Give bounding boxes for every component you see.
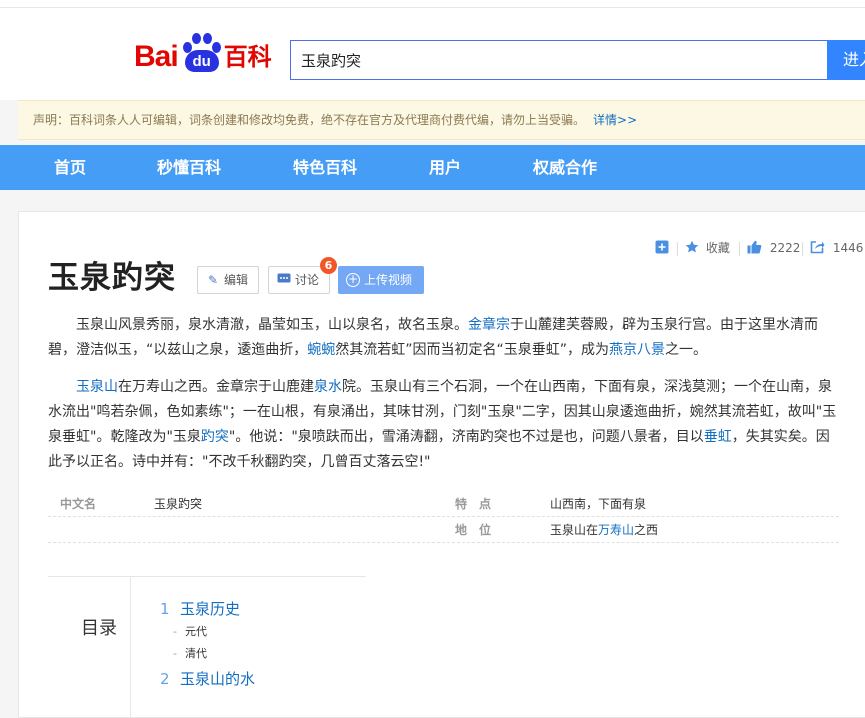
text-span: 之一。 xyxy=(665,342,708,358)
toolbar-divider xyxy=(677,242,678,256)
pencil-icon: ✎ xyxy=(207,273,219,287)
catalog-divider xyxy=(130,577,131,717)
like-button[interactable]: 2222 xyxy=(747,240,800,256)
logo-du-text: du xyxy=(184,50,219,72)
basic-info-value: 山西南，下面有泉 xyxy=(550,497,647,511)
link-yanjing-bajing[interactable]: 燕京八景 xyxy=(609,342,665,358)
catalog-title: 目录 xyxy=(81,618,117,639)
comment-icon xyxy=(277,273,291,287)
basic-info-row: 地 位 玉泉山在万寿山之西 xyxy=(48,517,839,543)
edit-label: 编辑 xyxy=(224,273,249,287)
toolbar-divider xyxy=(739,242,740,256)
catalog-label: 玉泉山的水 xyxy=(180,670,256,688)
edit-button[interactable]: ✎ 编辑 xyxy=(197,266,259,294)
main-nav: 首页 秒懂百科 特色百科 用户 权威合作 xyxy=(0,145,865,190)
catalog-num: 1 xyxy=(160,600,170,618)
entry-toolbar: 收藏 2222 1446 xyxy=(648,240,865,256)
text-span: 玉泉山风景秀丽，泉水清澈，晶莹如玉，山以泉名，故名玉泉。 xyxy=(76,317,468,333)
share-button[interactable]: 1446 xyxy=(810,240,863,256)
logo-bai-text: Bai xyxy=(134,40,179,73)
bullet-icon: - xyxy=(173,647,177,660)
link-jinzhangzong[interactable]: 金章宗 xyxy=(468,317,510,333)
discuss-label: 讨论 xyxy=(295,273,320,287)
like-count: 2222 xyxy=(769,241,801,255)
share-count: 1446 xyxy=(832,241,864,255)
baidu-baike-logo[interactable]: Bai du 百科 xyxy=(134,30,272,74)
text-span: 玉泉山在 xyxy=(550,523,599,537)
nav-item-featured[interactable]: 特色百科 xyxy=(293,145,357,190)
catalog-num: 2 xyxy=(160,670,170,688)
nav-item-home[interactable]: 首页 xyxy=(54,145,86,190)
nav-item-users[interactable]: 用户 xyxy=(429,145,461,190)
catalog-subitem[interactable]: - 元代 xyxy=(173,623,207,639)
basic-info-value: 玉泉趵突 xyxy=(154,497,203,511)
summary-paragraph-2: 玉泉山在万寿山之西。金章宗于山鹿建泉水院。玉泉山有三个石洞，一个在山西南，下面有… xyxy=(48,375,840,475)
toolbar-divider xyxy=(802,242,803,256)
text-span: 之西 xyxy=(634,523,659,537)
link-wanwan[interactable]: 蜿蜿 xyxy=(307,342,335,358)
link-yuquanshan[interactable]: 玉泉山 xyxy=(76,379,118,395)
link-quanshui[interactable]: 泉水 xyxy=(314,379,342,395)
text-span: "。他说："泉喷趺而出，雪涌涛翻，济南趵突也不过是也，问题八景者，目以 xyxy=(228,429,704,445)
summary-paragraph-1: 玉泉山风景秀丽，泉水清澈，晶莹如玉，山以泉名，故名玉泉。金章宗于山麓建芙蓉殿，辟… xyxy=(48,313,840,363)
star-icon xyxy=(685,240,699,253)
thumbs-up-icon xyxy=(747,240,762,254)
catalog-item-1[interactable]: 1 玉泉历史 xyxy=(160,598,240,619)
text-span: 然其流若虹”因而当初定名“玉泉垂虹”，成为 xyxy=(335,342,610,358)
search-button[interactable]: 进入 xyxy=(827,40,865,80)
link-baotu[interactable]: 趵突 xyxy=(201,429,229,445)
basic-info-key: 中文名 xyxy=(60,497,97,511)
table-of-contents: 目录 1 玉泉历史 - 元代 - 清代 2 玉泉山的水 xyxy=(48,576,366,718)
upload-label: 上传视频 xyxy=(364,273,413,287)
catalog-sub-label: 清代 xyxy=(185,647,207,660)
basic-info-key: 特 点 xyxy=(455,497,492,511)
catalog-sub-label: 元代 xyxy=(185,625,207,638)
catalog-item-2[interactable]: 2 玉泉山的水 xyxy=(160,668,255,689)
notice-text: 声明：百科词条人人可编辑，词条创建和修改均免费，绝不存在官方及代理商付费代编，请… xyxy=(33,113,586,127)
share-icon xyxy=(810,241,825,254)
text-span: 在万寿山之西。金章宗于山鹿建 xyxy=(118,379,314,395)
catalog-subitem[interactable]: - 清代 xyxy=(173,645,207,661)
notice-banner: 声明：百科词条人人可编辑，词条创建和修改均免费，绝不存在官方及代理商付费代编，请… xyxy=(18,100,865,140)
search-input[interactable] xyxy=(290,40,827,80)
bullet-icon: - xyxy=(173,625,177,638)
collect-label: 收藏 xyxy=(705,241,730,255)
page-title: 玉泉趵突 xyxy=(48,260,176,296)
link-chuihong[interactable]: 垂虹 xyxy=(704,429,732,445)
catalog-label: 玉泉历史 xyxy=(180,600,241,618)
basic-info-row: 中文名 玉泉趵突 特 点 山西南，下面有泉 xyxy=(48,491,839,517)
row-divider xyxy=(48,542,839,543)
add-icon[interactable] xyxy=(655,240,669,256)
nav-item-miaodong[interactable]: 秒懂百科 xyxy=(157,145,221,190)
paw-icon: du xyxy=(179,30,223,74)
upload-video-button[interactable]: + 上传视频 xyxy=(338,266,424,294)
plus-circle-icon: + xyxy=(346,272,360,287)
link-wanshoushan[interactable]: 万寿山 xyxy=(598,523,634,537)
nav-item-partners[interactable]: 权威合作 xyxy=(533,145,597,190)
notice-details-link[interactable]: 详情>> xyxy=(593,113,637,127)
basic-info-value: 玉泉山在万寿山之西 xyxy=(550,517,658,543)
discuss-count-badge: 6 xyxy=(320,257,337,274)
basic-info-key: 地 位 xyxy=(455,523,492,537)
collect-button[interactable]: 收藏 xyxy=(685,240,730,256)
logo-baike-text: 百科 xyxy=(223,43,272,71)
top-strip xyxy=(0,0,865,8)
